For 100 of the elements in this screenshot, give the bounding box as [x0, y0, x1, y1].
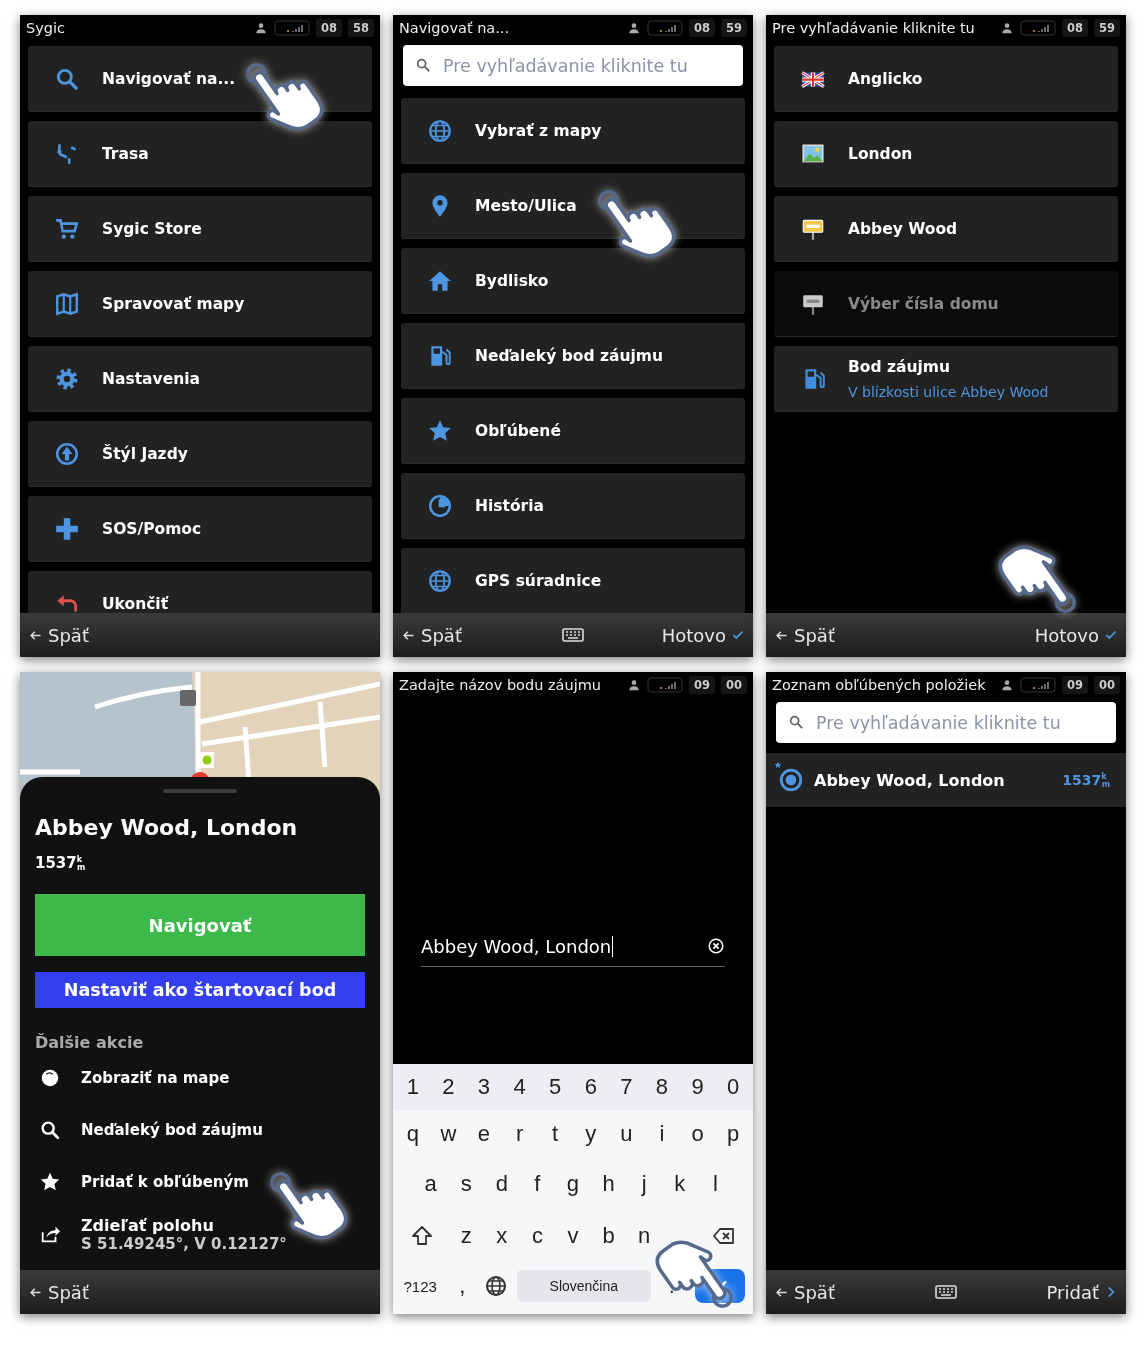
keyboard-key[interactable]: q — [395, 1114, 431, 1154]
keyboard-key[interactable]: w — [430, 1114, 467, 1154]
status-title: Sygic — [26, 20, 66, 36]
keyboard-key[interactable]: l — [697, 1164, 734, 1204]
menu-item[interactable]: SOS/Pomoc — [28, 496, 372, 562]
keyboard-key[interactable]: 8 — [644, 1067, 680, 1107]
menu-item[interactable]: Bydlisko — [401, 248, 745, 314]
drag-handle[interactable] — [163, 789, 237, 793]
action-item[interactable]: Zdieľať polohu S 51.49245°, V 0.12127° — [35, 1208, 365, 1260]
back-button[interactable]: Späť — [26, 620, 91, 650]
symbols-key[interactable]: ?123 — [395, 1266, 446, 1306]
menu-item[interactable]: Vybrať z mapy — [401, 98, 745, 164]
person-icon — [626, 678, 641, 692]
keyboard-key[interactable]: 5 — [537, 1067, 573, 1107]
keyboard-key[interactable]: i — [644, 1114, 680, 1154]
done-button[interactable]: Hotovo — [659, 620, 747, 650]
keyboard-key[interactable]: 1 — [395, 1067, 431, 1107]
star-icon — [774, 761, 782, 769]
clock-hours: 09 — [688, 676, 715, 694]
keyboard-key[interactable]: 6 — [572, 1067, 609, 1107]
keyboard-key[interactable]: v — [555, 1216, 591, 1256]
clear-button[interactable] — [707, 937, 725, 955]
search-field[interactable]: Pre vyhľadávanie kliknite tu — [776, 702, 1116, 743]
menu-item[interactable]: Abbey Wood — [774, 196, 1118, 262]
set-start-button[interactable]: Nastaviť ako štartovací bod — [35, 972, 365, 1008]
clock-minutes: 59 — [721, 19, 747, 37]
keyboard-key[interactable]: 4 — [501, 1067, 538, 1107]
clock-hours: 08 — [688, 19, 715, 37]
clock-minutes: 00 — [721, 676, 747, 694]
keyboard-key[interactable]: s — [448, 1164, 484, 1204]
menu-item[interactable]: Bod záujmu V blízkosti ulice Abbey Wood — [774, 346, 1118, 412]
menu-item[interactable]: Nastavenia — [28, 346, 372, 412]
keyboard-key[interactable]: z — [448, 1216, 484, 1256]
keyboard-key[interactable]: c — [519, 1216, 556, 1256]
back-button[interactable]: Späť — [399, 620, 464, 650]
keyboard-key[interactable]: d — [484, 1164, 520, 1204]
action-item[interactable]: Neďaleký bod záujmu — [35, 1104, 365, 1156]
search-icon — [415, 57, 431, 73]
clock-minutes: 59 — [1094, 19, 1120, 37]
person-icon — [999, 21, 1014, 35]
keyboard-key[interactable]: g — [555, 1164, 591, 1204]
keyboard-key[interactable]: a — [412, 1164, 449, 1204]
map-icon — [54, 290, 80, 317]
action-item[interactable]: Zobraziť na mape — [35, 1052, 365, 1104]
keyboard-key[interactable]: r — [501, 1114, 538, 1154]
status-title: Pre vyhľadávanie kliknite tu — [772, 20, 976, 36]
menu-item[interactable]: London — [774, 121, 1118, 187]
menu-item[interactable]: Anglicko — [774, 46, 1118, 112]
menu-item[interactable]: Sygic Store — [28, 196, 372, 262]
keyboard-key[interactable]: h — [590, 1164, 627, 1204]
back-button[interactable]: Späť — [772, 1277, 837, 1307]
status-title: Navigovať na... — [399, 20, 511, 36]
person-icon — [253, 21, 268, 35]
keyboard-key[interactable]: n — [626, 1216, 662, 1256]
text-input-field[interactable]: Abbey Wood, London — [421, 926, 725, 967]
keyboard-key[interactable]: x — [484, 1216, 520, 1256]
keyboard-key[interactable]: j — [626, 1164, 662, 1204]
menu-item[interactable]: Spravovať mapy — [28, 271, 372, 337]
back-button[interactable]: Späť — [26, 1277, 91, 1307]
keyboard-key[interactable]: e — [466, 1114, 502, 1154]
keyboard-key[interactable]: b — [590, 1216, 627, 1256]
done-button[interactable]: Hotovo — [1032, 620, 1120, 650]
keyboard-key[interactable]: u — [608, 1114, 645, 1154]
keyboard-key[interactable]: f — [519, 1164, 556, 1204]
keyboard-key[interactable]: t — [537, 1114, 573, 1154]
action-item[interactable]: Pridať k obľúbeným — [35, 1156, 365, 1208]
space-bar[interactable]: Slovenčina — [516, 1270, 651, 1302]
keyboard-key[interactable]: k — [661, 1164, 698, 1204]
settings-icon — [54, 365, 80, 392]
search-icon — [788, 714, 804, 730]
keyboard-key[interactable]: 0 — [715, 1067, 751, 1107]
person-icon — [999, 678, 1014, 692]
menu-item[interactable]: História — [401, 473, 745, 539]
menu-item[interactable]: Ukončiť — [28, 571, 372, 613]
search-field[interactable]: Pre vyhľadávanie kliknite tu — [403, 45, 743, 86]
keyboard-key[interactable]: 2 — [430, 1067, 467, 1107]
target-icon — [778, 767, 804, 793]
keyboard-key[interactable]: 9 — [679, 1067, 716, 1107]
back-button[interactable]: Späť — [772, 620, 837, 650]
clock-hours: 08 — [1061, 19, 1088, 37]
menu-item[interactable]: Trasa — [28, 121, 372, 187]
clock-icon — [427, 492, 453, 519]
status-title: Zadajte názov bodu záujmu — [399, 677, 602, 693]
keyboard-key[interactable]: 7 — [608, 1067, 645, 1107]
menu-item[interactable]: Obľúbené — [401, 398, 745, 464]
add-button[interactable]: Pridať — [1044, 1277, 1120, 1307]
shift-icon — [409, 1224, 434, 1248]
arrow-circle-icon — [54, 440, 80, 467]
star-icon — [39, 1171, 61, 1193]
status-title: Zoznam obľúbených položiek — [772, 677, 987, 693]
place-title: Abbey Wood, London — [35, 815, 299, 840]
clock-hours: 08 — [315, 19, 342, 37]
keyboard-key[interactable]: y — [572, 1114, 609, 1154]
menu-item[interactable]: GPS súradnice — [401, 548, 745, 613]
menu-item[interactable]: Neďaleký bod záujmu — [401, 323, 745, 389]
keyboard-key[interactable]: 3 — [466, 1067, 502, 1107]
menu-item[interactable]: Štýl Jazdy — [28, 421, 372, 487]
comma-key[interactable]: , — [445, 1266, 479, 1306]
keyboard-key[interactable]: o — [679, 1114, 716, 1154]
keyboard-key[interactable]: p — [715, 1114, 751, 1154]
